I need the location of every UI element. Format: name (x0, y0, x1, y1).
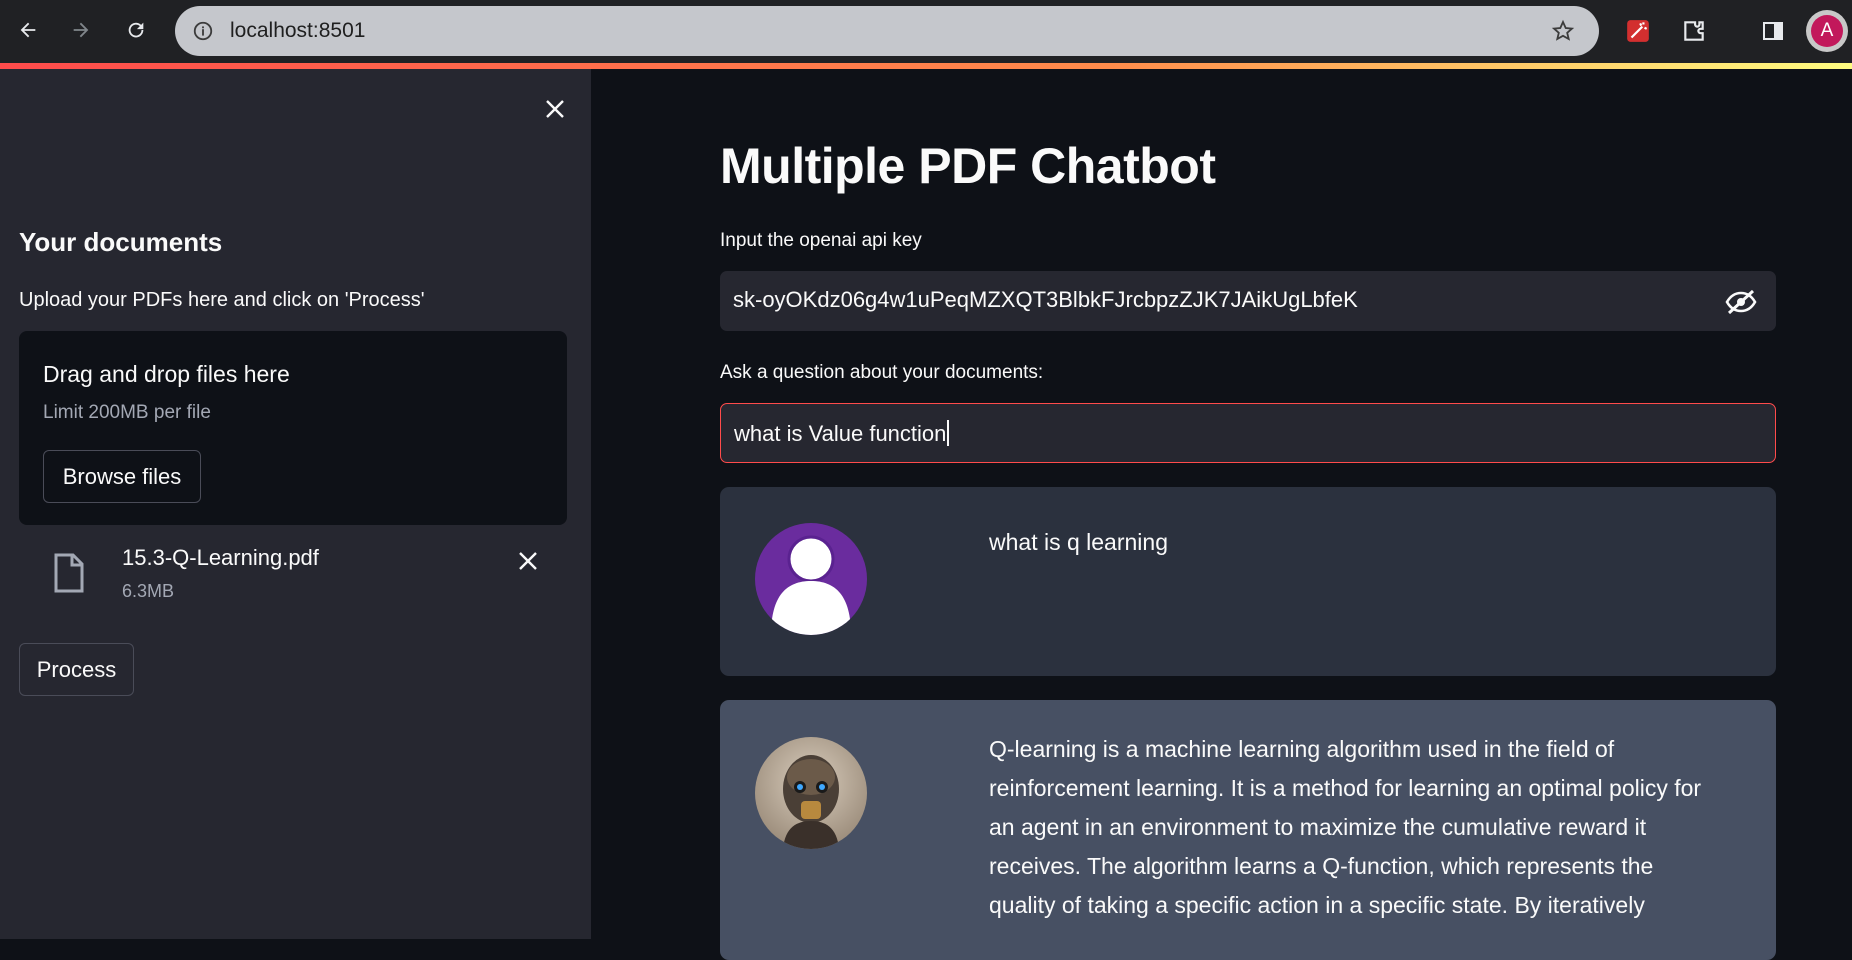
extension-button[interactable] (1620, 13, 1656, 49)
url-text[interactable]: localhost:8501 (230, 19, 365, 43)
question-input[interactable]: what is Value function (720, 403, 1776, 463)
puzzle-icon (1684, 21, 1704, 41)
uploaded-file-size: 6.3MB (122, 581, 175, 601)
sidepanel-icon (1763, 22, 1783, 40)
user-avatar-icon (755, 523, 867, 635)
dropzone-limit: Limit 200MB per file (43, 402, 211, 423)
site-info-icon[interactable] (189, 17, 217, 45)
bot-message-line: Q-learning is a machine learning algorit… (989, 736, 1615, 762)
bookmark-star-button[interactable] (1549, 17, 1577, 45)
profile-initial: A (1811, 15, 1843, 47)
dropzone-title: Drag and drop files here (43, 361, 290, 387)
forward-arrow-icon (73, 22, 89, 38)
api-key-label: Input the openai api key (720, 230, 922, 251)
side-panel-button[interactable] (1755, 13, 1791, 49)
remove-file-button[interactable] (513, 546, 543, 576)
text-caret (947, 420, 950, 446)
back-button[interactable] (8, 10, 48, 50)
question-value: what is Value function (734, 420, 950, 447)
file-dropzone[interactable]: Drag and drop files here Limit 200MB per… (19, 331, 567, 525)
bot-message-line: quality of taking a specific action in a… (989, 892, 1645, 918)
chat-message-bot: Q-learning is a machine learning algorit… (720, 700, 1776, 960)
toggle-visibility-button[interactable] (1724, 285, 1758, 319)
sidebar-close-button[interactable] (540, 94, 570, 124)
back-arrow-icon (20, 22, 36, 38)
profile-avatar[interactable]: A (1806, 10, 1848, 52)
reload-icon (128, 22, 144, 38)
api-key-value: sk-oyOKdz06g4w1uPeqMZXQT3BlbkFJrcbpzZJK7… (733, 287, 1358, 312)
bot-message-line: an agent in an environment to maximize t… (989, 814, 1647, 840)
reload-button[interactable] (116, 10, 156, 50)
user-message-text: what is q learning (989, 529, 1168, 555)
process-button[interactable]: Process (19, 643, 134, 696)
browser-toolbar: localhost:8501 A (0, 0, 1852, 63)
extensions-menu-button[interactable] (1676, 13, 1712, 49)
bot-message-text: Q-learning is a machine learning algorit… (989, 730, 1729, 925)
eye-slash-icon (1725, 289, 1757, 315)
extension-wand-icon (1627, 20, 1649, 42)
forward-button[interactable] (61, 10, 101, 50)
info-icon (193, 21, 213, 41)
chat-message-user: what is q learning (720, 487, 1776, 676)
close-icon (519, 552, 537, 570)
sidebar-title: Your documents (19, 227, 223, 257)
sidebar: Your documents Upload your PDFs here and… (0, 69, 591, 939)
uploaded-file-name: 15.3-Q-Learning.pdf (122, 545, 319, 570)
bot-message-line: receives. The algorithm learns a Q-funct… (989, 853, 1654, 879)
api-key-field[interactable]: sk-oyOKdz06g4w1uPeqMZXQT3BlbkFJrcbpzZJK7… (720, 271, 1776, 331)
question-label: Ask a question about your documents: (720, 362, 1044, 383)
page-title: Multiple PDF Chatbot (720, 138, 1216, 194)
robot-avatar-icon (755, 737, 867, 849)
bot-message-line: reinforcement learning. It is a method f… (989, 775, 1702, 801)
browse-files-button[interactable]: Browse files (43, 450, 201, 503)
star-icon (1551, 19, 1575, 41)
close-icon (546, 100, 564, 118)
file-icon (53, 553, 85, 593)
sidebar-description: Upload your PDFs here and click on 'Proc… (19, 289, 425, 311)
address-bar[interactable]: localhost:8501 (175, 6, 1599, 56)
